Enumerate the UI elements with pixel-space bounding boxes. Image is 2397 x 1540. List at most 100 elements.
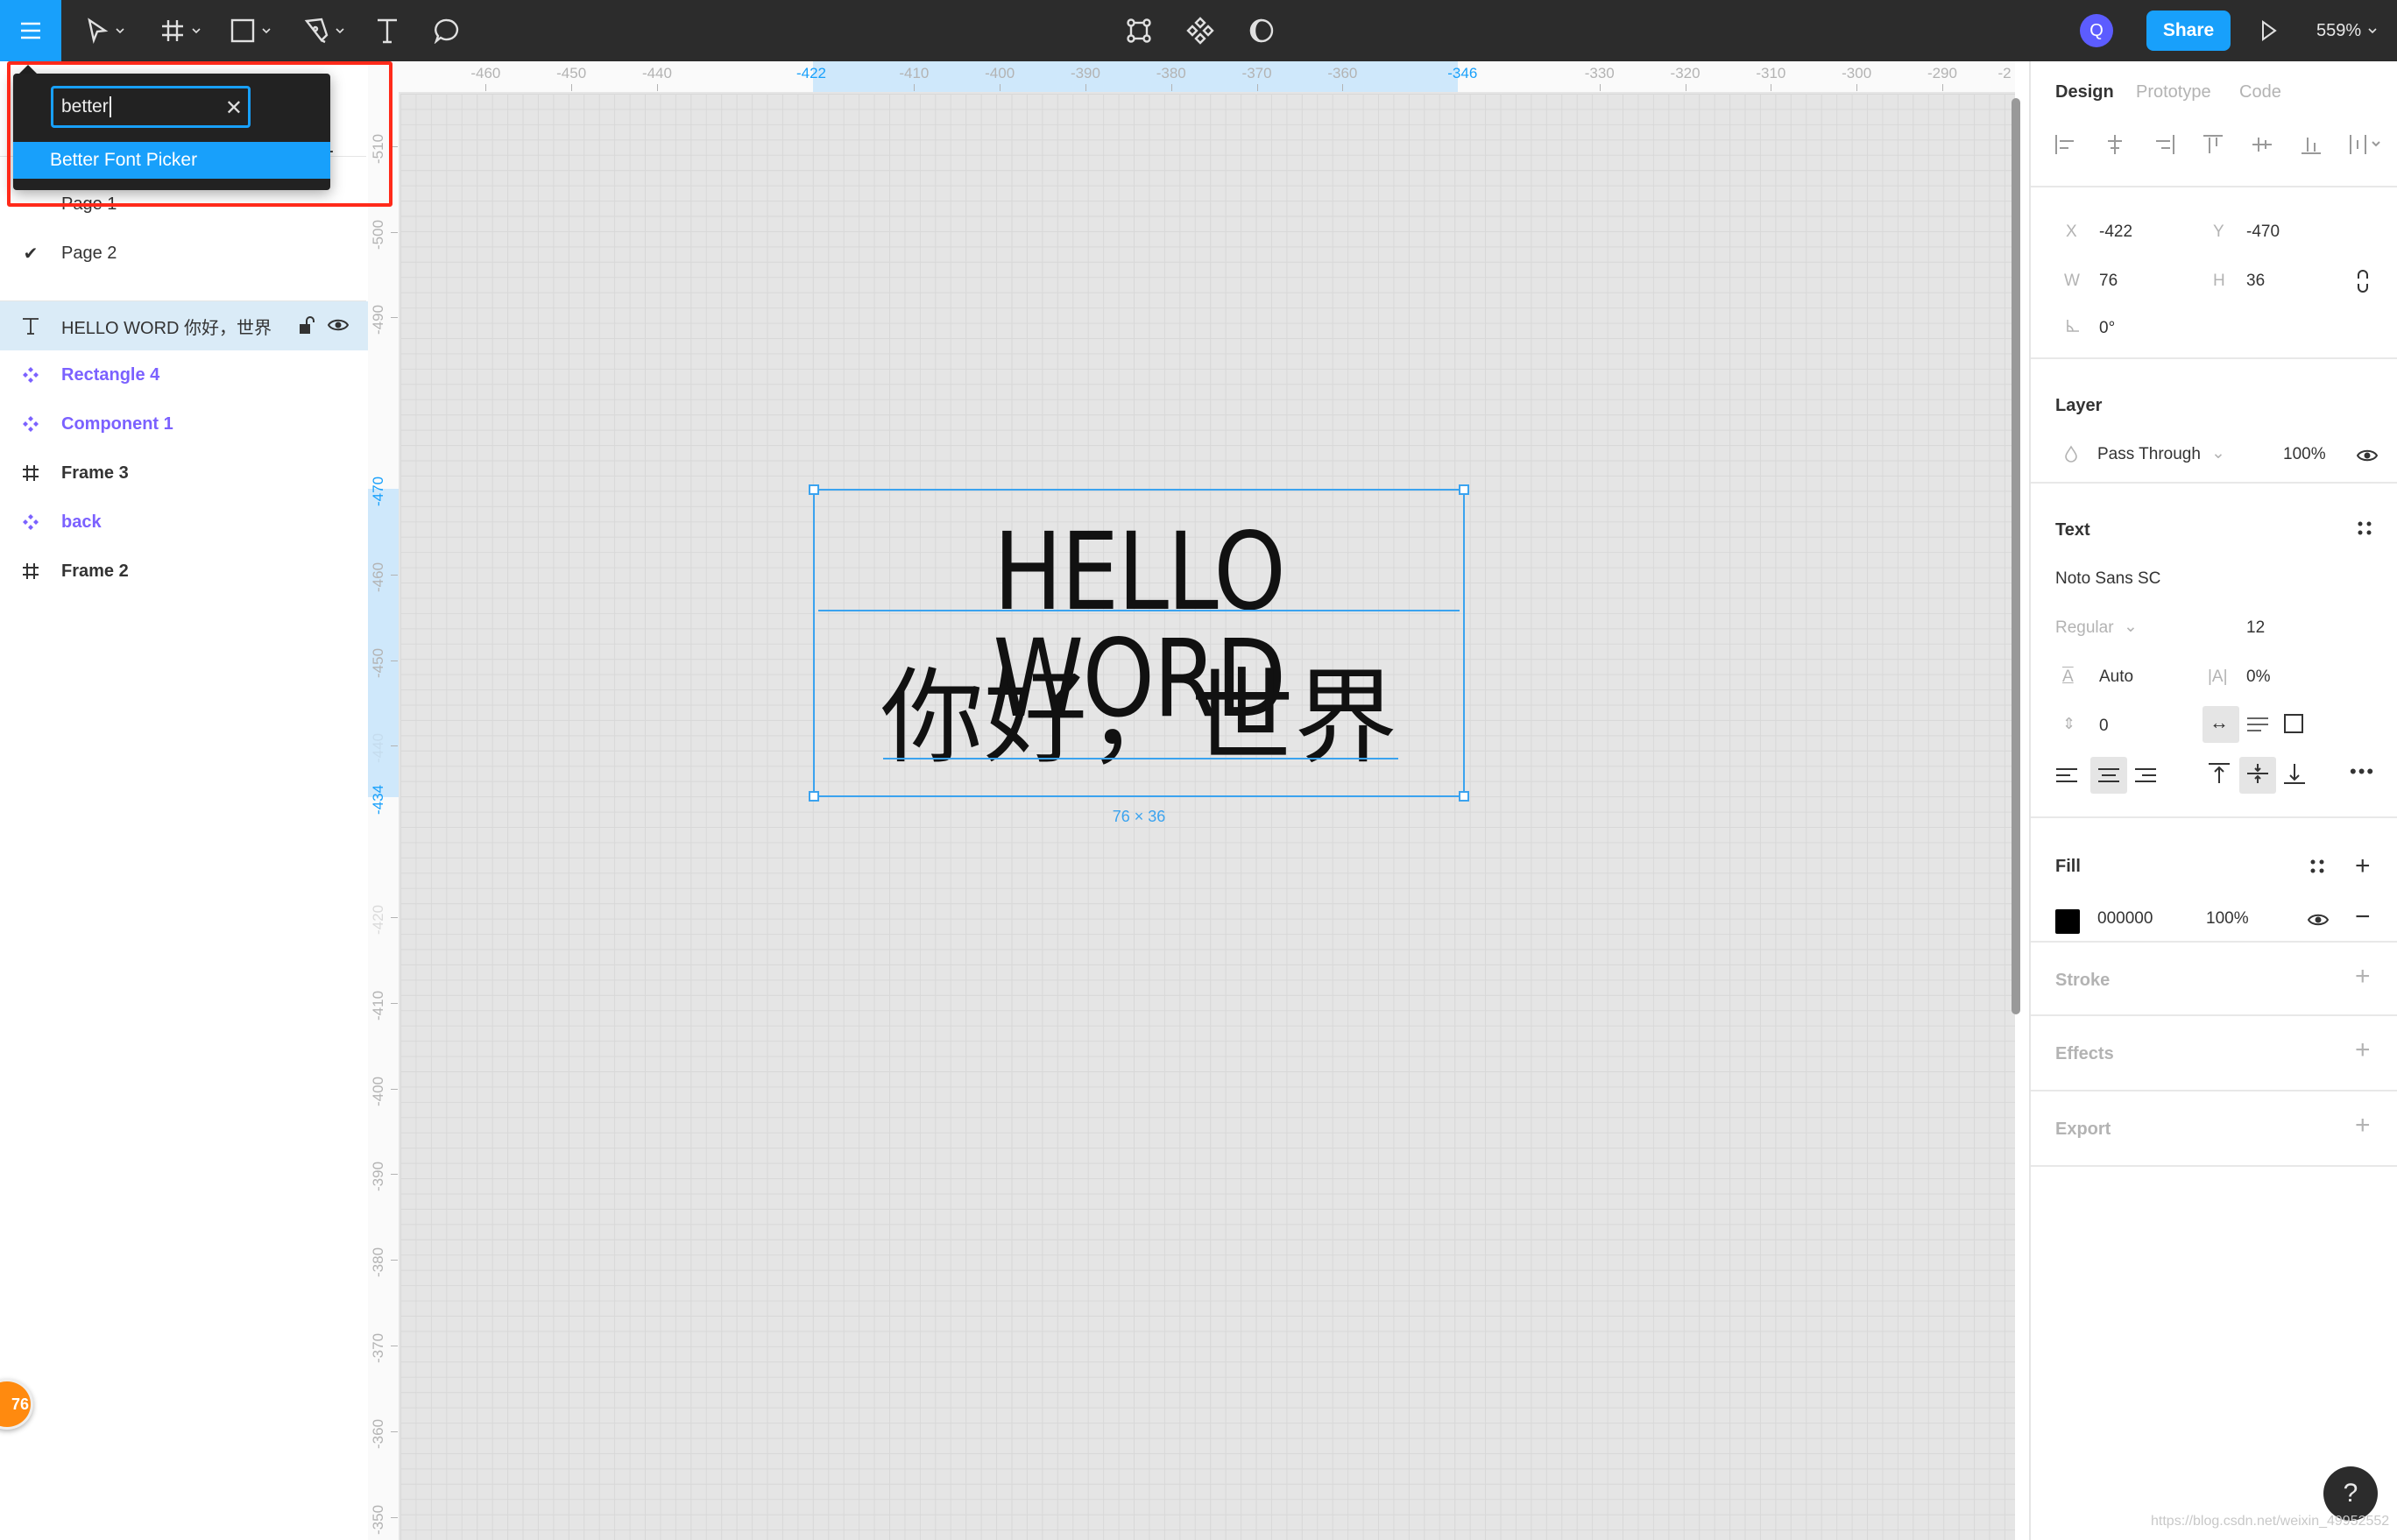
move-tool-button[interactable]	[79, 0, 133, 61]
text-section-title: Text	[2055, 520, 2090, 540]
ruler-left-label: -434	[370, 785, 386, 816]
text-align-center-icon[interactable]	[2097, 767, 2120, 783]
rotation-input[interactable]: 0°	[2099, 319, 2115, 338]
layer-row-text[interactable]: HELLO WORD 你好，世界	[0, 301, 368, 350]
help-button[interactable]: ?	[2323, 1466, 2378, 1521]
ruler-tick	[1256, 84, 1258, 91]
fill-hex-input[interactable]: 000000	[2097, 909, 2153, 929]
text-tool-button[interactable]	[370, 0, 405, 61]
text-align-right-icon[interactable]	[2134, 767, 2157, 783]
eye-icon[interactable]	[2308, 913, 2329, 927]
layer-row-component[interactable]: Rectangle 4	[0, 350, 368, 399]
font-size-input[interactable]: 12	[2246, 618, 2265, 638]
zoom-level-dropdown[interactable]: 559%	[2316, 0, 2379, 61]
align-right-icon[interactable]	[2152, 133, 2176, 156]
tab-code[interactable]: Code	[2239, 82, 2281, 102]
main-menu-button[interactable]	[0, 0, 61, 61]
ruler-top-label: -422	[795, 65, 827, 81]
auto-width-icon[interactable]: ↔	[2210, 711, 2229, 734]
y-input[interactable]: -470	[2246, 223, 2280, 242]
layer-opacity-input[interactable]: 100%	[2283, 445, 2326, 464]
layer-section: Layer Pass Through ⌄ 100%	[2031, 357, 2397, 484]
align-v-center-icon[interactable]	[2250, 133, 2274, 156]
shape-tool-button[interactable]	[224, 0, 279, 61]
ruler-top-label: -320	[1670, 65, 1701, 81]
resize-handle-top-left[interactable]	[809, 484, 819, 495]
layer-row-component[interactable]: Component 1	[0, 399, 368, 449]
align-text-middle-icon[interactable]	[2246, 762, 2269, 785]
layer-row-component[interactable]: back	[0, 498, 368, 547]
more-options-icon[interactable]: •••	[2350, 760, 2375, 783]
half-moon-icon	[1249, 18, 1274, 43]
frame-tool-button[interactable]	[154, 0, 209, 61]
fill-color-swatch[interactable]	[2055, 909, 2080, 934]
remove-fill-icon[interactable]: −	[2355, 902, 2371, 932]
stroke-section: Stroke +	[2031, 941, 2397, 1016]
text-styles-icon[interactable]	[2357, 520, 2372, 536]
ruler-tick	[1000, 84, 1001, 91]
layer-row-frame[interactable]: Frame 3	[0, 449, 368, 498]
pen-tool-button[interactable]	[298, 0, 352, 61]
align-top-icon[interactable]	[2201, 133, 2225, 156]
align-text-top-icon[interactable]	[2208, 762, 2231, 785]
selected-text-layer[interactable]: HELLO WORD 你好，世界 76 × 36	[809, 484, 1469, 825]
resize-handle-bottom-left[interactable]	[809, 791, 819, 802]
auto-height-icon[interactable]	[2246, 717, 2269, 732]
chevron-down-icon	[336, 28, 344, 34]
fill-opacity-input[interactable]: 100%	[2206, 909, 2249, 929]
text-baseline	[818, 610, 1460, 611]
ruler-top-label: -370	[1241, 65, 1272, 81]
page-item-current[interactable]: ✔ Page 2	[0, 231, 368, 275]
ruler-tick	[571, 84, 573, 91]
share-button[interactable]: Share	[2146, 11, 2231, 51]
text-align-left-icon[interactable]	[2055, 767, 2078, 783]
ruler-tick	[656, 84, 658, 91]
add-fill-icon[interactable]: +	[2355, 851, 2371, 881]
font-family-dropdown[interactable]: Noto Sans SC	[2055, 569, 2160, 589]
align-h-center-icon[interactable]	[2103, 133, 2127, 156]
font-style-dropdown[interactable]: Regular	[2055, 618, 2114, 638]
distribute-icon[interactable]	[2348, 133, 2383, 156]
vertical-ruler: -510 -500 -490 -470 -460 -450 -440 -434 -420 -410…	[368, 92, 400, 1540]
ruler-left-label: -380	[370, 1247, 386, 1278]
add-export-icon[interactable]: +	[2355, 1111, 2371, 1141]
layer-section-title: Layer	[2055, 396, 2103, 415]
canvas-vertical-scrollbar[interactable]	[2012, 98, 2020, 1014]
layer-row-frame[interactable]: Frame 2	[0, 547, 368, 596]
ruler-top-label: -390	[1070, 65, 1100, 81]
fill-styles-icon[interactable]	[2309, 858, 2325, 874]
letter-spacing-input[interactable]: 0%	[2246, 668, 2270, 687]
eye-icon[interactable]	[327, 317, 350, 337]
align-left-icon[interactable]	[2054, 133, 2078, 156]
chevron-down-icon	[2368, 28, 2377, 34]
mask-button[interactable]	[1244, 0, 1279, 61]
unlock-icon[interactable]	[298, 315, 315, 340]
tab-design[interactable]: Design	[2055, 82, 2114, 102]
w-label: W	[2064, 272, 2080, 290]
ruler-top-label: -290	[1927, 65, 1957, 81]
layers-panel: ⌃ + Page 1 ✔ Page 2 HELLO WORD 你好，世界 Rec…	[0, 61, 370, 1540]
eye-icon[interactable]	[2357, 449, 2378, 463]
width-input[interactable]: 76	[2099, 272, 2118, 291]
fixed-size-icon[interactable]	[2283, 713, 2304, 734]
effects-section-title: Effects	[2055, 1044, 2114, 1063]
height-input[interactable]: 36	[2246, 272, 2265, 291]
components-button[interactable]	[1183, 0, 1218, 61]
add-effect-icon[interactable]: +	[2355, 1035, 2371, 1065]
x-input[interactable]: -422	[2099, 223, 2132, 242]
blend-mode-dropdown[interactable]: Pass Through	[2097, 445, 2201, 464]
paragraph-spacing-input[interactable]: 0	[2099, 717, 2109, 736]
resize-handle-bottom-right[interactable]	[1459, 791, 1469, 802]
constrain-proportions-icon[interactable]	[2357, 270, 2369, 293]
line-height-input[interactable]: Auto	[2099, 668, 2133, 687]
comment-tool-button[interactable]	[429, 0, 464, 61]
present-button[interactable]	[2256, 0, 2282, 61]
user-avatar[interactable]: Q	[2080, 14, 2113, 47]
tab-prototype[interactable]: Prototype	[2136, 82, 2211, 102]
layer-label: Component 1	[61, 413, 173, 434]
add-stroke-icon[interactable]: +	[2355, 962, 2371, 992]
align-text-bottom-icon[interactable]	[2283, 762, 2306, 785]
resize-handle-top-right[interactable]	[1459, 484, 1469, 495]
edit-object-button[interactable]	[1121, 0, 1156, 61]
align-bottom-icon[interactable]	[2299, 133, 2323, 156]
